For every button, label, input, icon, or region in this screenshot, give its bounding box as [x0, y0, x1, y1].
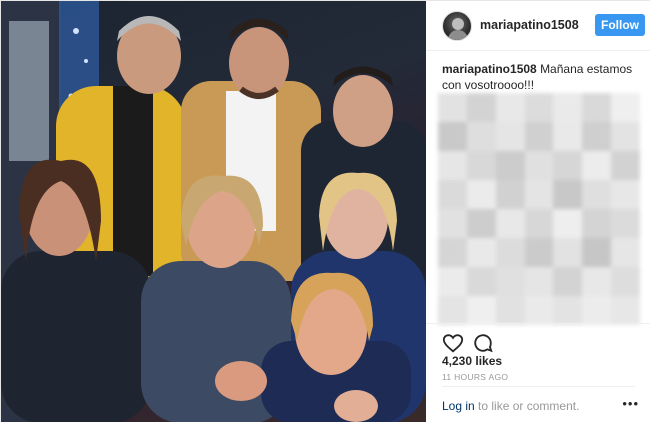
- caption-username[interactable]: mariapatino1508: [442, 62, 537, 76]
- post-header: mariapatino1508 Follow: [426, 1, 650, 51]
- follow-button[interactable]: Follow: [595, 14, 645, 36]
- post-footer: 4,230 likes 11 HOURS AGO Log in to like …: [426, 323, 650, 422]
- footer-divider: [442, 386, 635, 387]
- like-count[interactable]: 4,230 likes: [442, 354, 502, 368]
- post-sidebar: mariapatino1508 Follow mariapatino1508 M…: [426, 1, 650, 422]
- pixelated-comments-area: [438, 93, 640, 325]
- heart-icon[interactable]: [442, 332, 464, 354]
- login-prompt: Log in to like or comment.: [442, 399, 579, 413]
- more-options-icon[interactable]: •••: [622, 396, 639, 411]
- post-photo[interactable]: [1, 1, 426, 422]
- login-link[interactable]: Log in: [442, 399, 475, 413]
- post-caption: mariapatino1508 Mañana estamos con vosot…: [442, 61, 642, 93]
- instagram-post: mariapatino1508 Follow mariapatino1508 M…: [0, 0, 650, 422]
- comment-icon[interactable]: [472, 332, 494, 354]
- login-prompt-text: to like or comment.: [478, 399, 580, 413]
- group-photo-illustration: [1, 1, 426, 422]
- profile-avatar[interactable]: [442, 11, 472, 41]
- post-timestamp[interactable]: 11 HOURS AGO: [442, 372, 508, 382]
- header-username[interactable]: mariapatino1508: [480, 18, 579, 32]
